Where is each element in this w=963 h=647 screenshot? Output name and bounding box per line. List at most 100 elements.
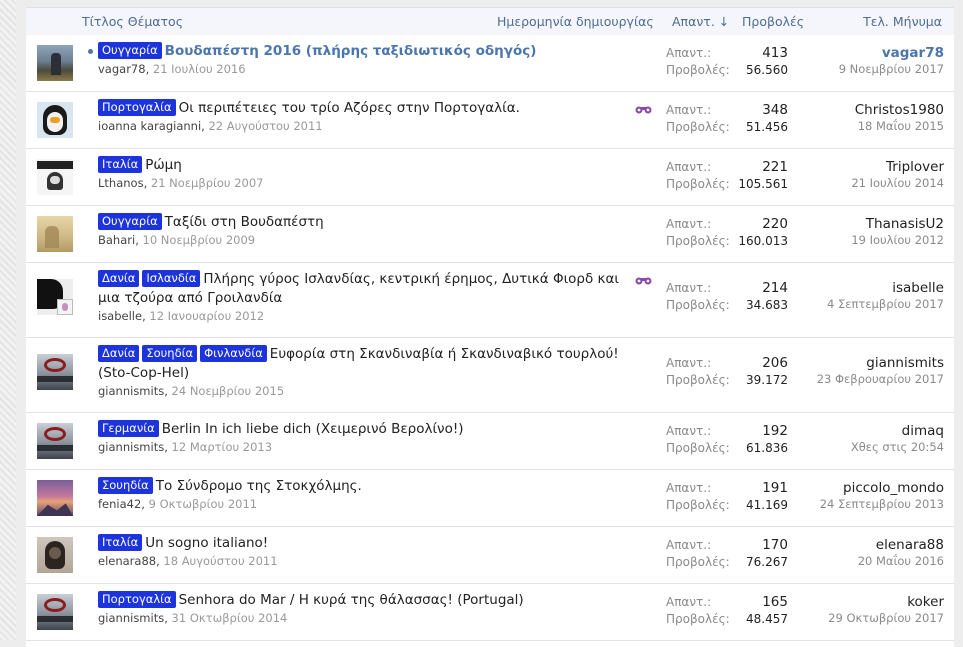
last-post-user-link[interactable]: vagar78 (744, 45, 944, 62)
thread-start-date[interactable]: 12 Μαρτίου 2013 (172, 440, 273, 454)
last-post-date-link[interactable]: Χθες στις 20:54 (744, 440, 944, 455)
sort-title-link[interactable]: Τίτλος Θέματος (82, 14, 183, 29)
thread-title-line: Πορτογαλία Senhora do Mar / Η κυρά της θά… (98, 591, 658, 610)
thread-author-link[interactable]: elenara88 (98, 554, 156, 568)
last-post-date-link[interactable]: 23 Φεβρουαρίου 2017 (744, 372, 944, 387)
prefix-tag[interactable]: Ουγγαρία (98, 42, 162, 59)
thread-author-link[interactable]: Lthanos (98, 176, 144, 190)
last-post-user-link[interactable]: koker (744, 594, 944, 611)
replies-label: Απαντ.: (666, 424, 712, 438)
binoculars-icon[interactable] (635, 103, 652, 114)
avatar[interactable] (37, 537, 73, 573)
sort-date-link[interactable]: Ημερομηνία δημιουργίας (497, 14, 654, 29)
thread-start-date[interactable]: 18 Αυγούστου 2011 (163, 554, 277, 568)
thread-start-date[interactable]: 22 Αυγούστου 2011 (208, 119, 322, 133)
thread-title-link[interactable]: Berlin In ich liebe dich (Χειμερινό Βερο… (162, 421, 464, 437)
thread-author-link[interactable]: giannismits (98, 440, 164, 454)
prefix-tag[interactable]: Γερμανία (98, 420, 159, 437)
avatar[interactable] (37, 594, 73, 630)
thread-title-link[interactable]: Ταξίδι στη Βουδαπέστη (165, 214, 324, 230)
thread-author-link[interactable]: isabelle (98, 309, 142, 323)
last-post-date-link[interactable]: 29 Οκτωβρίου 2017 (744, 611, 944, 626)
thread-row: Ιταλία Ρώμη Lthanos, 21 Νοεμβρίου 2007 Απ… (26, 149, 954, 206)
sort-views-link[interactable]: Προβολές (742, 14, 804, 29)
thread-author-link[interactable]: giannismits (98, 611, 164, 625)
thread-title-line: Ιταλία Un sogno italiano! (98, 534, 658, 553)
last-post-user-link[interactable]: dimaq (744, 423, 944, 440)
last-post-user-link[interactable]: Triplover (744, 159, 944, 176)
replies-label: Απαντ.: (666, 481, 712, 495)
prefix-tag[interactable]: Ουγγαρία (98, 213, 162, 230)
avatar[interactable] (37, 159, 73, 195)
thread-row: Γερμανία Berlin In ich liebe dich (Χειμερ… (26, 413, 954, 470)
thread-author-link[interactable]: giannismits (98, 384, 164, 398)
views-label: Προβολές: (666, 441, 730, 455)
thread-title-line: Γερμανία Berlin In ich liebe dich (Χειμερ… (98, 420, 658, 439)
prefix-tag[interactable]: Σουηδία (142, 345, 198, 362)
thread-start-date[interactable]: 21 Ιουλίου 2016 (153, 62, 246, 76)
thread-title-link[interactable]: Βουδαπέστη 2016 (πλήρης ταξιδιωτικός οδη… (165, 43, 537, 59)
last-post-user-link[interactable]: giannismits (744, 355, 944, 372)
thread-author-link[interactable]: ioanna karagianni (98, 119, 201, 133)
avatar[interactable] (37, 216, 73, 252)
thread-author-link[interactable]: fenia42 (98, 497, 141, 511)
binoculars-icon[interactable] (635, 274, 652, 285)
last-post-user-link[interactable]: ThanasisU2 (744, 216, 944, 233)
thread-main: Ιταλία Un sogno italiano! elenara88, 18 Α… (98, 534, 658, 569)
sort-last-message-link[interactable]: Τελ. Μήνυμα (863, 14, 942, 29)
avatar[interactable] (37, 354, 73, 390)
thread-title-link[interactable]: Un sogno italiano! (145, 535, 268, 551)
avatar[interactable] (37, 45, 73, 81)
thread-start-date[interactable]: 10 Νοεμβρίου 2009 (143, 233, 256, 247)
prefix-tag[interactable]: Πορτογαλία (98, 99, 176, 116)
prefix-tag[interactable]: Ιταλία (98, 156, 143, 173)
replies-label: Απαντ.: (666, 160, 712, 174)
poster-mini-avatar[interactable] (57, 299, 73, 315)
last-post-user-link[interactable]: Christos1980 (744, 102, 944, 119)
thread-title-link[interactable]: Ρώμη (145, 157, 182, 173)
prefix-tag[interactable]: Δανία (98, 270, 140, 287)
last-post-date-link[interactable]: 21 Ιουλίου 2014 (744, 176, 944, 191)
avatar[interactable] (37, 480, 73, 516)
thread-main: Ουγγαρία Ταξίδι στη Βουδαπέστη Bahari, 10… (98, 213, 658, 248)
last-post-date-link[interactable]: 18 Μαΐου 2015 (744, 119, 944, 134)
prefix-tag[interactable]: Σουηδία (98, 477, 153, 494)
prefix-tag[interactable]: Ιταλία (98, 534, 143, 551)
last-post-user-link[interactable]: isabelle (744, 280, 944, 297)
thread-start-date[interactable]: 9 Οκτωβρίου 2011 (149, 497, 258, 511)
prefix-tag[interactable]: Ισλανδία (142, 270, 201, 287)
last-post: dimaq Χθες στις 20:54 (744, 423, 944, 455)
thread-title-link[interactable]: Οι περιπέτειες του τρίο Αζόρες στην Πορτ… (179, 100, 520, 116)
prefix-tag[interactable]: Φινλανδία (200, 345, 267, 362)
last-post-date-link[interactable]: 20 Μαΐου 2016 (744, 554, 944, 569)
thread-start-date[interactable]: 21 Νοεμβρίου 2007 (151, 176, 264, 190)
prefix-tag[interactable]: Πορτογαλία (98, 591, 176, 608)
thread-row: Πορτογαλία Οι περιπέτειες του τρίο Αζόρες… (26, 92, 954, 149)
last-post-user-link[interactable]: piccolo_mondo (744, 480, 944, 497)
thread-row: Πορτογαλία Senhora do Mar / Η κυρά της θά… (26, 584, 954, 641)
prefix-tag[interactable]: Δανία (98, 345, 140, 362)
avatar[interactable] (37, 279, 73, 315)
thread-start-date[interactable]: 12 Ιανουαρίου 2012 (149, 309, 264, 323)
last-post: Christos1980 18 Μαΐου 2015 (744, 102, 944, 134)
thread-title-link[interactable]: Senhora do Mar / Η κυρά της θάλασσας! (P… (179, 592, 524, 608)
last-post-date-link[interactable]: 19 Ιουλίου 2012 (744, 233, 944, 248)
last-post: piccolo_mondo 24 Σεπτεμβρίου 2013 (744, 480, 944, 512)
avatar[interactable] (37, 102, 73, 138)
last-post-date-link[interactable]: 4 Σεπτεμβρίου 2017 (744, 297, 944, 312)
views-label: Προβολές: (666, 373, 730, 387)
thread-start-date[interactable]: 24 Νοεμβρίου 2015 (172, 384, 285, 398)
thread-author-link[interactable]: vagar78 (98, 62, 146, 76)
thread-title-link[interactable]: Το Σύνδρομο της Στοκχόλμης. (156, 478, 362, 494)
replies-label: Απαντ.: (666, 217, 712, 231)
last-post: Triplover 21 Ιουλίου 2014 (744, 159, 944, 191)
thread-start-date[interactable]: 31 Οκτωβρίου 2014 (172, 611, 288, 625)
avatar[interactable] (37, 423, 73, 459)
thread-meta: Bahari, 10 Νοεμβρίου 2009 (98, 233, 256, 247)
last-post-date-link[interactable]: 9 Νοεμβρίου 2017 (744, 62, 944, 77)
last-post-user-link[interactable]: elenara88 (744, 537, 944, 554)
thread-author-link[interactable]: Bahari (98, 233, 135, 247)
sort-replies-link[interactable]: Απαντ. ↓ (672, 14, 729, 29)
last-post-date-link[interactable]: 24 Σεπτεμβρίου 2013 (744, 497, 944, 512)
thread-main: Πορτογαλία Οι περιπέτειες του τρίο Αζόρες… (98, 99, 658, 134)
